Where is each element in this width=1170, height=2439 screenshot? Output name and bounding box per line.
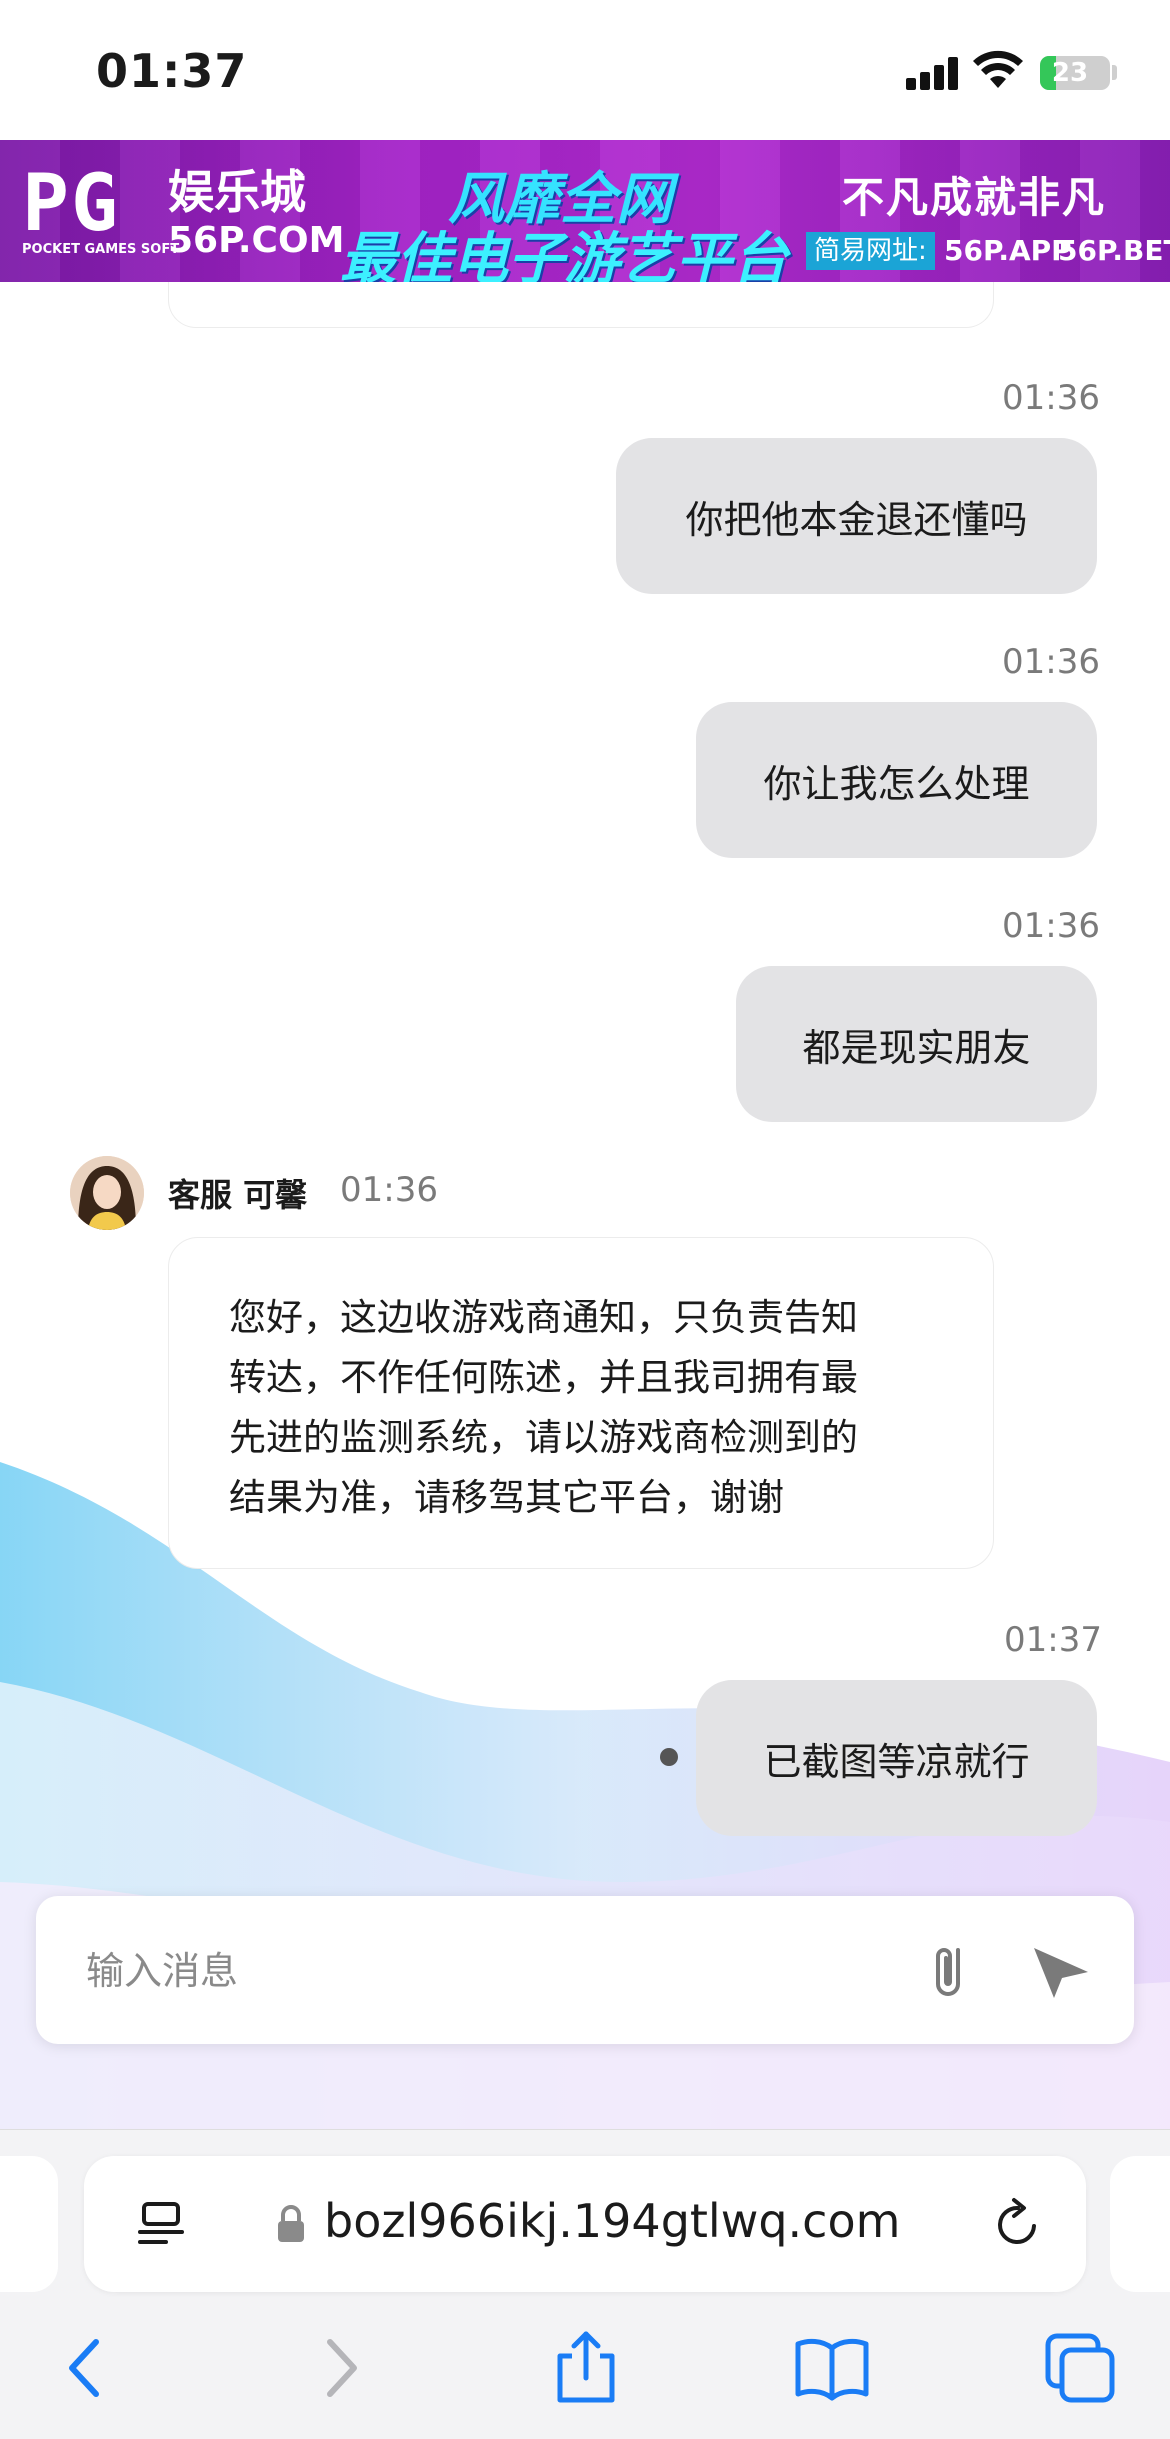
pg-logo-subtitle: POCKET GAMES SOFT bbox=[22, 242, 180, 257]
send-icon[interactable] bbox=[1026, 1936, 1096, 2006]
ad-banner[interactable]: PG POCKET GAMES SOFT 娱乐城 56P.COM 风靡全网 最佳… bbox=[0, 140, 1170, 282]
ad-domain: 56P.COM bbox=[168, 220, 345, 261]
message-time: 01:36 bbox=[1002, 906, 1100, 946]
lock-icon bbox=[278, 2205, 304, 2242]
message-time: 01:37 bbox=[1004, 1620, 1102, 1660]
back-icon[interactable] bbox=[46, 2328, 126, 2408]
agent-name: 客服 可馨 bbox=[168, 1176, 308, 1214]
forward-icon[interactable] bbox=[300, 2328, 380, 2408]
ad-address-1: 56P.APP bbox=[944, 234, 1072, 267]
message-input[interactable] bbox=[86, 1936, 886, 2006]
battery-level: 23 bbox=[1051, 58, 1089, 88]
cellular-signal-icon bbox=[906, 56, 958, 90]
battery-charging-icon: 23 bbox=[1040, 56, 1110, 90]
reload-icon[interactable] bbox=[990, 2196, 1046, 2252]
message-time: 01:36 bbox=[1002, 378, 1100, 418]
paperclip-icon[interactable] bbox=[916, 1936, 986, 2006]
message-line: 结果为准，请移驾其它平台，谢谢 bbox=[229, 1476, 784, 1519]
ad-address-2: 56P.BET bbox=[1058, 234, 1170, 267]
message-line: 您好，这边收游戏商通知，只负责告知 bbox=[229, 1296, 858, 1339]
previous-message-bubble bbox=[168, 282, 994, 328]
message-time: 01:36 bbox=[1002, 642, 1100, 682]
ad-address-label: 简易网址: bbox=[806, 232, 935, 270]
share-icon[interactable] bbox=[546, 2328, 626, 2408]
status-bar: 01:37 23 bbox=[0, 0, 1170, 140]
message-line: 转达，不作任何陈述，并且我司拥有最 bbox=[229, 1356, 858, 1399]
outgoing-message-bubble[interactable]: 都是现实朋友 bbox=[736, 966, 1097, 1122]
tabs-icon[interactable] bbox=[1040, 2328, 1120, 2408]
ad-brand: 娱乐城 bbox=[168, 165, 306, 219]
outgoing-message-bubble[interactable]: 已截图等凉就行 bbox=[696, 1680, 1097, 1836]
browser-toolbar: bozl966ikj.194gtlwq.com bbox=[0, 2129, 1170, 2439]
ad-slogan-line2: 最佳电子游艺平台 bbox=[340, 227, 788, 282]
page-menu-icon[interactable] bbox=[136, 2198, 190, 2252]
pg-logo: PG bbox=[22, 159, 120, 249]
browser-nav-row bbox=[0, 2310, 1170, 2420]
unread-status-dot bbox=[660, 1748, 678, 1766]
next-tab-preview[interactable] bbox=[1110, 2156, 1170, 2292]
wifi-icon bbox=[973, 50, 1023, 88]
url-text: bozl966ikj.194gtlwq.com bbox=[324, 2194, 901, 2248]
agent-avatar-image bbox=[70, 1156, 144, 1230]
outgoing-message-bubble[interactable]: 你把他本金退还懂吗 bbox=[616, 438, 1097, 594]
chat-area[interactable]: 01:36 你把他本金退还懂吗 01:36 你让我怎么处理 01:36 都是现实… bbox=[0, 282, 1170, 2129]
message-line: 先进的监测系统，请以游戏商检测到的 bbox=[229, 1416, 858, 1459]
bookmarks-icon[interactable] bbox=[792, 2328, 872, 2408]
ad-right-title: 不凡成就非凡 bbox=[842, 173, 1107, 222]
message-composer bbox=[36, 1896, 1134, 2044]
address-bar[interactable]: bozl966ikj.194gtlwq.com bbox=[84, 2156, 1086, 2292]
previous-tab-preview[interactable] bbox=[0, 2156, 58, 2292]
incoming-message-bubble[interactable]: 您好，这边收游戏商通知，只负责告知 转达，不作任何陈述，并且我司拥有最 先进的监… bbox=[168, 1237, 994, 1569]
agent-message-time: 01:36 bbox=[340, 1170, 438, 1210]
outgoing-message-bubble[interactable]: 你让我怎么处理 bbox=[696, 702, 1097, 858]
battery-tip bbox=[1112, 65, 1117, 80]
status-time: 01:37 bbox=[96, 44, 248, 98]
agent-avatar[interactable] bbox=[70, 1156, 144, 1230]
